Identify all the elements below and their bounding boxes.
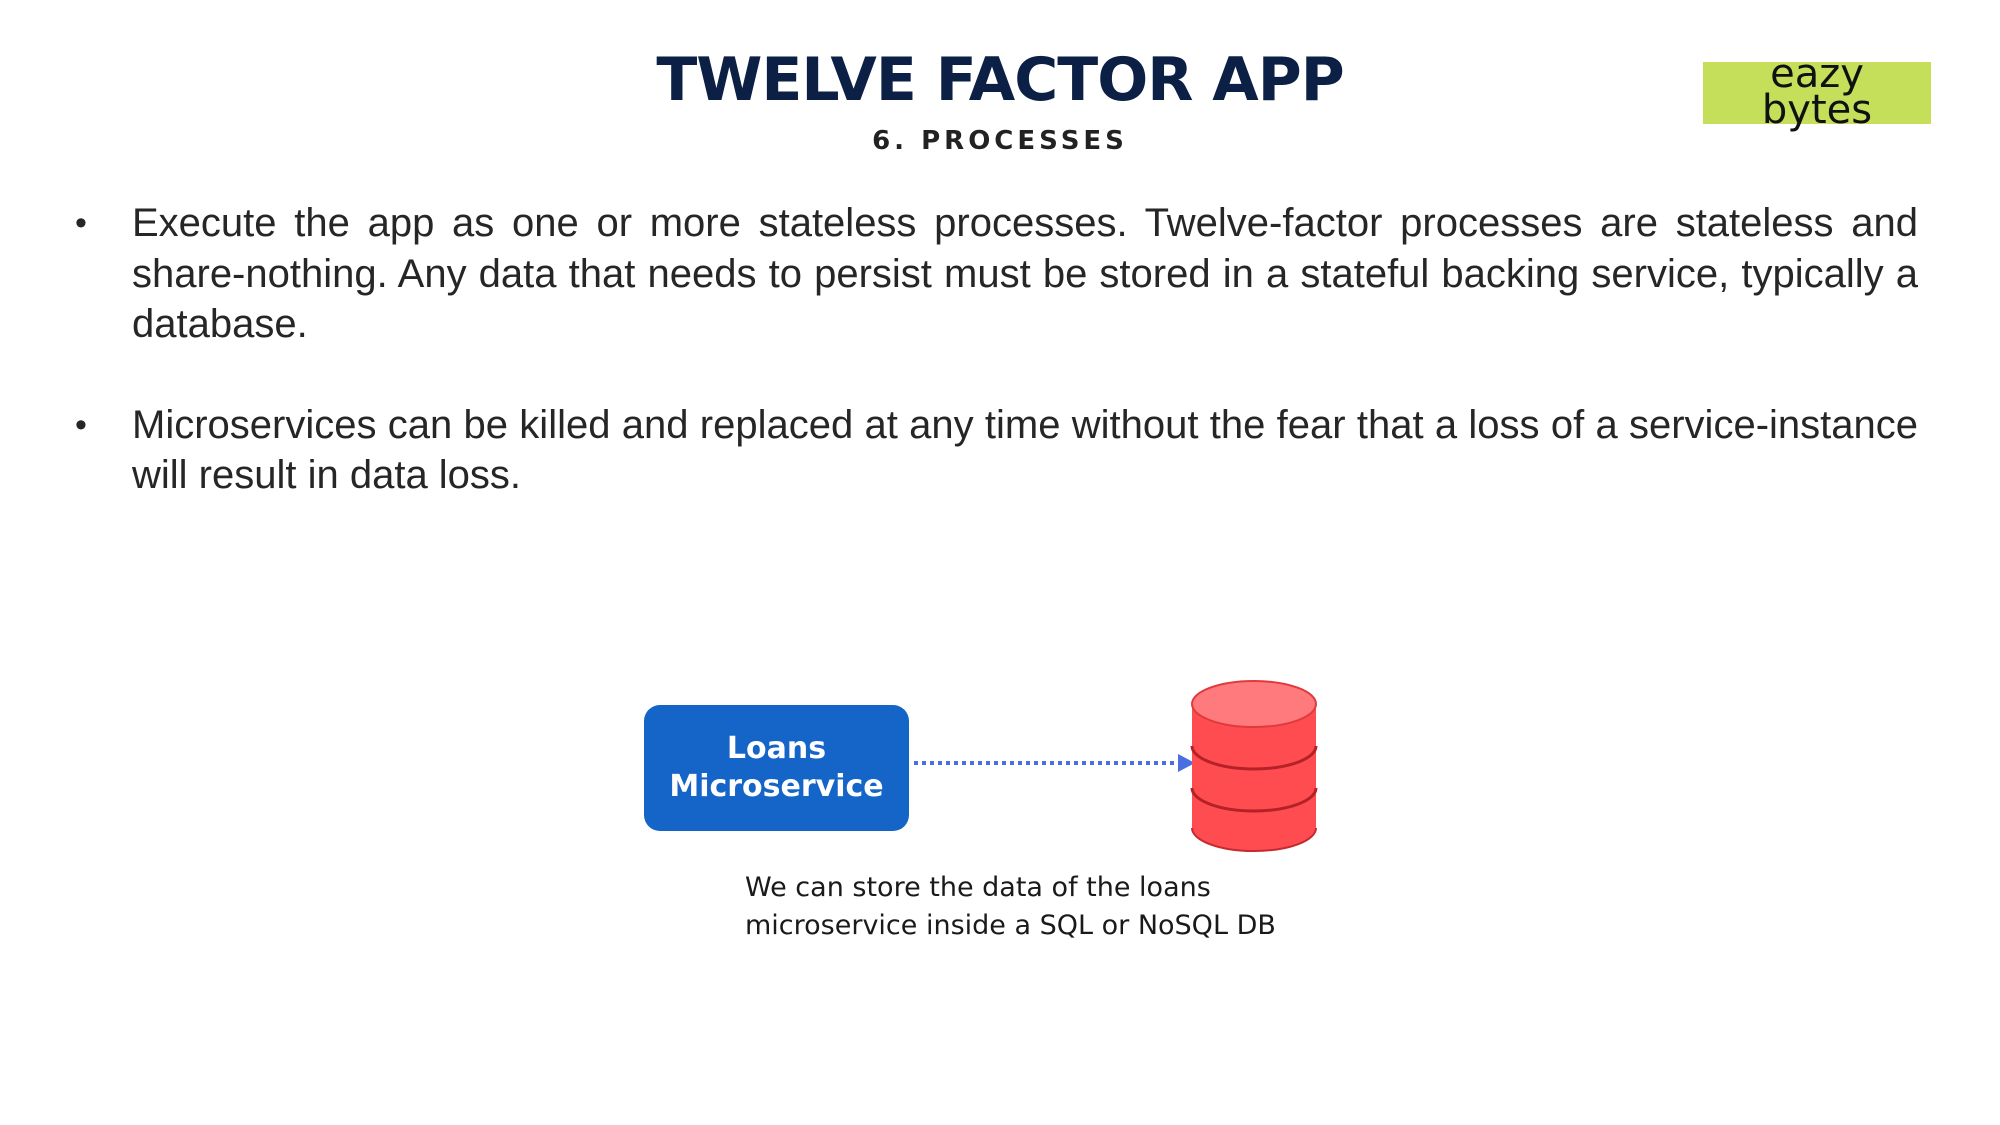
- bullet-text: Execute the app as one or more stateless…: [132, 201, 1918, 346]
- logo-word-bottom: bytes: [1761, 87, 1873, 133]
- diagram-caption: We can store the data of the loans micro…: [745, 869, 1345, 945]
- database-top: [1191, 680, 1317, 728]
- service-name-line1: Loans: [726, 731, 827, 766]
- bullet-item: • Execute the app as one or more statele…: [70, 198, 1918, 350]
- database-cylinder-icon: [1190, 680, 1318, 852]
- slide-title: TWELVE FACTOR APP: [656, 45, 1344, 115]
- service-name-line2: Microservice: [669, 769, 884, 804]
- slide-subtitle: 6. PROCESSES: [872, 126, 1128, 156]
- bullet-marker: •: [75, 204, 87, 242]
- slide: TWELVE FACTOR APP 6. PROCESSES eazy byte…: [0, 0, 2000, 1125]
- caption-line2: microservice inside a SQL or NoSQL DB: [745, 910, 1276, 941]
- bullet-text: Microservices can be killed and replaced…: [132, 402, 1918, 498]
- bullet-marker: •: [75, 405, 87, 444]
- dotted-arrow-connector: [914, 754, 1195, 772]
- loans-microservice-node: Loans Microservice: [644, 705, 909, 831]
- eazybytes-logo: eazy bytes: [1703, 54, 1931, 130]
- caption-line1: We can store the data of the loans: [745, 872, 1211, 903]
- bullet-item: • Microservices can be killed and replac…: [70, 400, 1918, 501]
- bullet-list: • Execute the app as one or more statele…: [70, 198, 1920, 501]
